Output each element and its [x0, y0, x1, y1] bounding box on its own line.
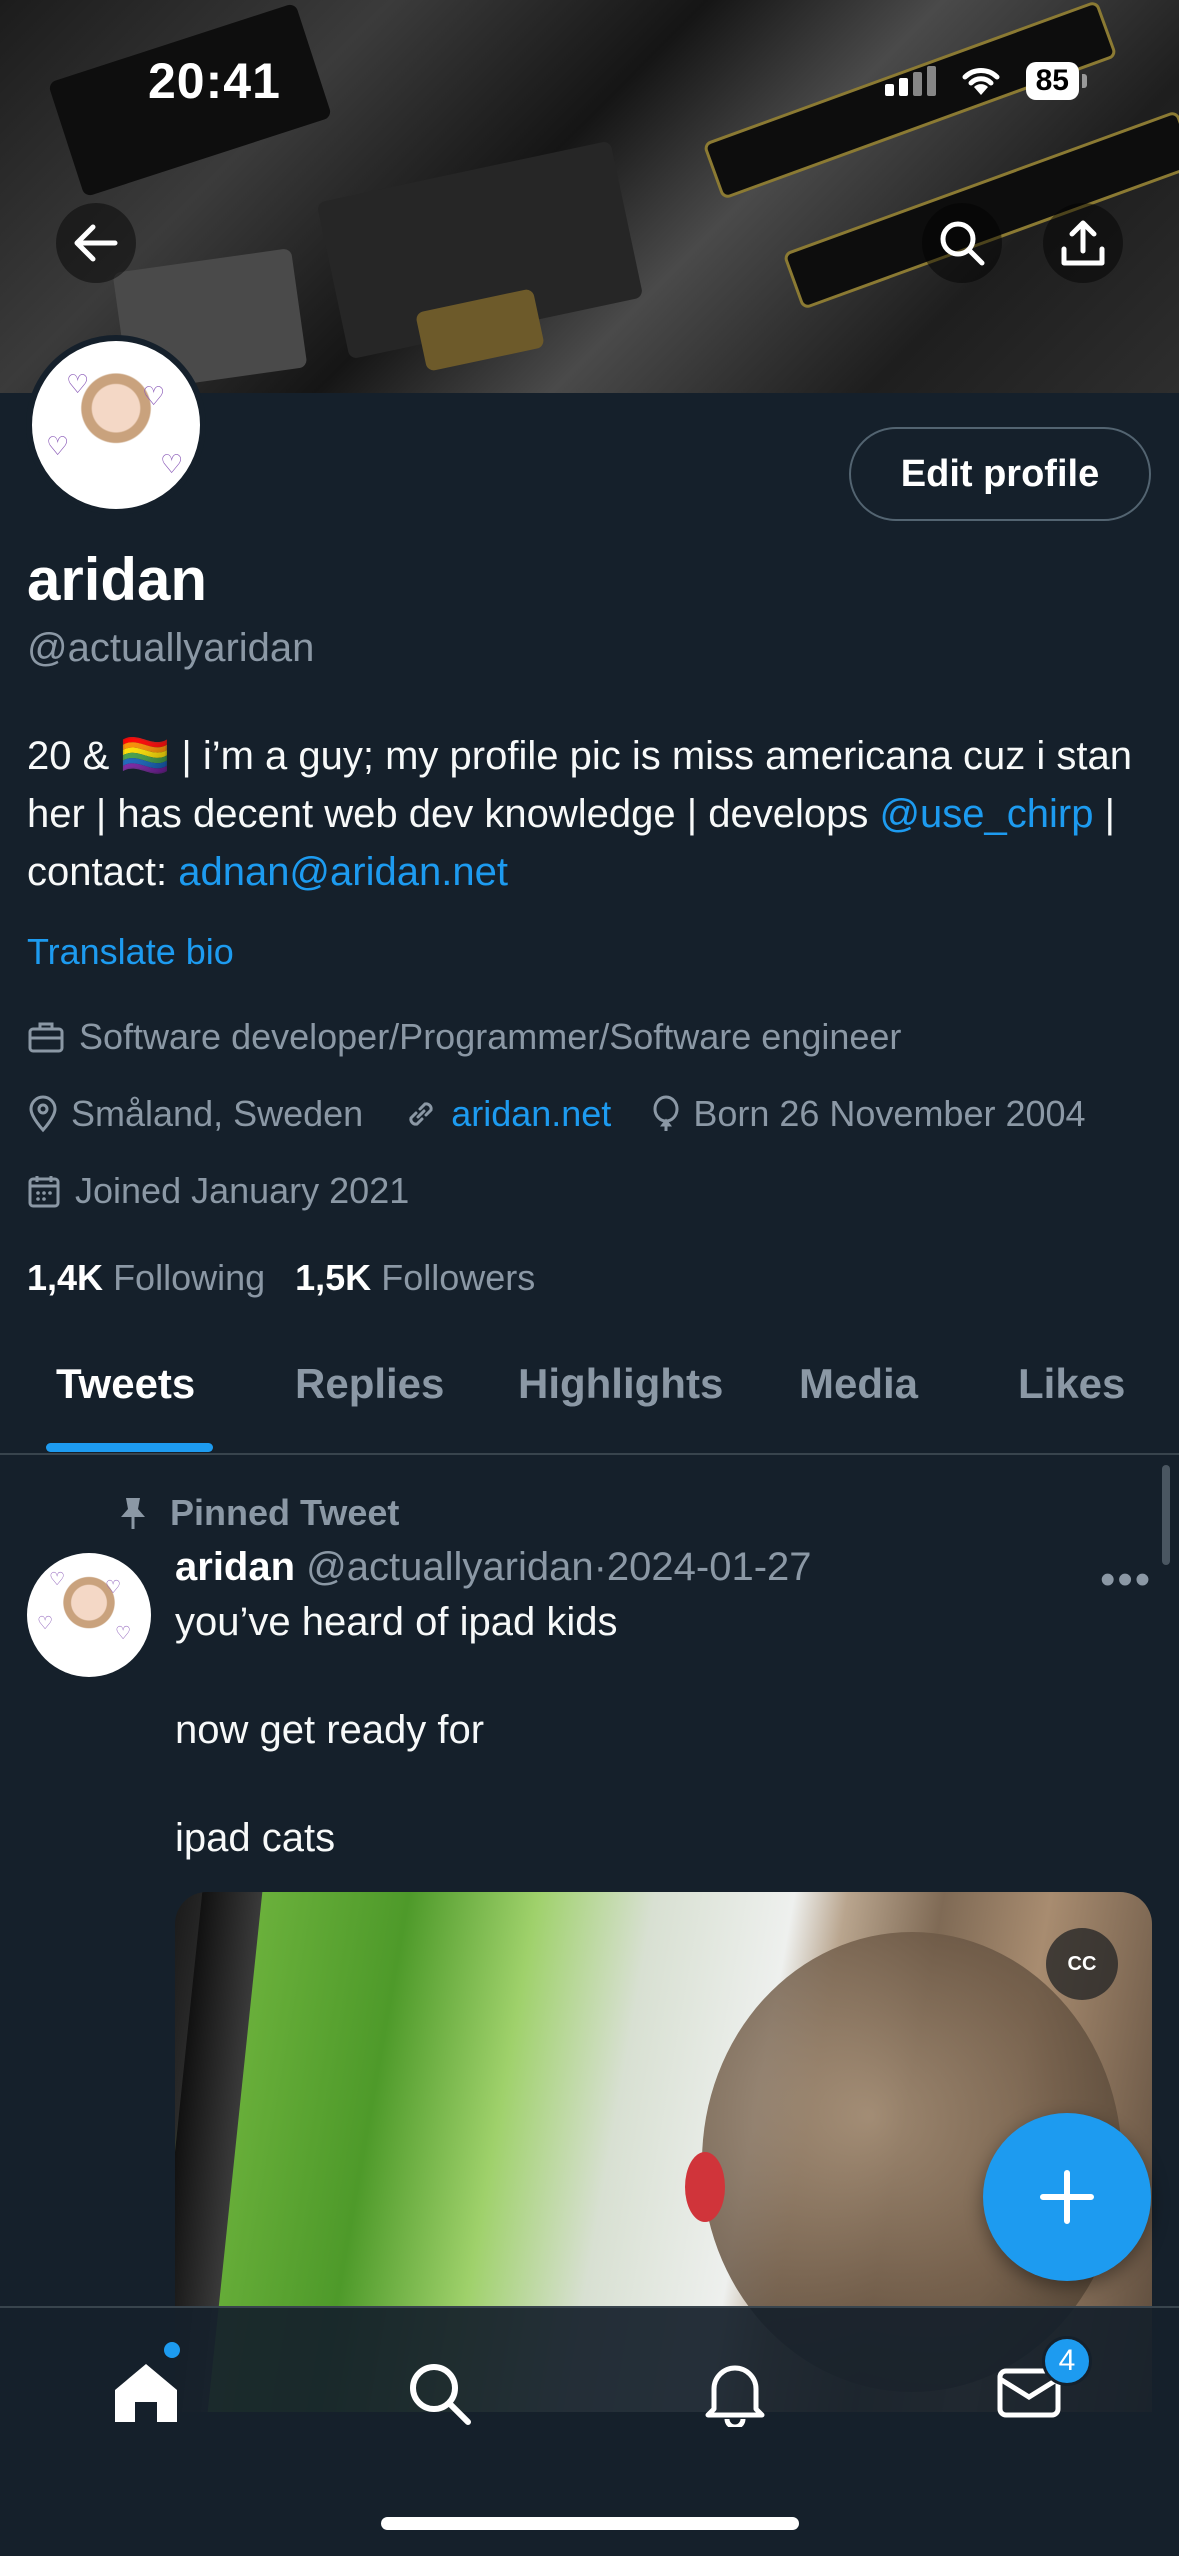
location-pin-icon — [29, 1095, 57, 1133]
nav-home[interactable] — [101, 2348, 191, 2438]
status-icons: 85 — [884, 62, 1088, 100]
compose-button[interactable] — [983, 2113, 1151, 2281]
messages-badge: 4 — [1042, 2336, 1092, 2386]
profile-handle: @actuallyaridan — [27, 626, 315, 670]
video-tongue-shape — [685, 2152, 725, 2222]
tweet-text-line-1: you’ve heard of ipad kids — [175, 1600, 618, 1644]
tweet-separator: · — [593, 1545, 607, 1589]
compose-plus-icon — [1040, 2170, 1094, 2224]
following-label: Following — [113, 1257, 266, 1298]
tweet-handle: @actuallyaridan — [306, 1545, 594, 1589]
nav-search[interactable] — [394, 2348, 484, 2438]
pinned-text: Pinned Tweet — [170, 1492, 400, 1533]
location-text: Småland, Sweden — [71, 1093, 364, 1134]
website-link[interactable]: aridan.net — [451, 1093, 611, 1135]
search-nav-icon — [410, 2364, 471, 2425]
details-row: Småland, Sweden aridan.net Born 26 Novem… — [27, 1093, 1086, 1135]
joined-row: Joined January 2021 — [27, 1170, 409, 1212]
tab-highlights[interactable]: Highlights — [518, 1360, 723, 1408]
status-time: 20:41 — [148, 53, 281, 109]
search-icon — [940, 221, 985, 266]
share-button[interactable] — [1043, 203, 1123, 283]
balloon-icon — [653, 1095, 679, 1131]
joined-text: Joined January 2021 — [75, 1170, 410, 1211]
active-tab-indicator — [46, 1443, 213, 1452]
following-count: 1,4K — [27, 1257, 104, 1298]
tab-likes[interactable]: Likes — [1018, 1360, 1125, 1408]
back-arrow-icon — [74, 224, 118, 262]
pinned-label: Pinned Tweet — [118, 1492, 399, 1534]
signal-icon — [884, 66, 936, 96]
calendar-icon — [28, 1176, 60, 1208]
translate-bio-link[interactable]: Translate bio — [27, 931, 234, 973]
follow-counts: 1,4K Following 1,5K Followers — [27, 1257, 535, 1299]
followers-link[interactable]: 1,5K Followers — [295, 1257, 535, 1299]
tab-media[interactable]: Media — [799, 1360, 918, 1408]
website-item[interactable]: aridan.net — [403, 1093, 611, 1135]
bio-mention-link[interactable]: @use_chirp — [879, 792, 1093, 836]
nav-notifications[interactable] — [690, 2348, 780, 2438]
followers-label: Followers — [381, 1257, 536, 1298]
home-icon — [115, 2364, 177, 2422]
search-button[interactable] — [922, 203, 1002, 283]
profile-name: aridan — [27, 546, 208, 613]
more-icon[interactable]: ••• — [1100, 1555, 1152, 1605]
location-item: Småland, Sweden — [27, 1093, 363, 1135]
scrollbar[interactable] — [1162, 1465, 1170, 1565]
profile-bio: 20 & 🏳️‍🌈 | i’m a guy; my profile pic is… — [27, 727, 1157, 901]
captions-button[interactable]: CC — [1046, 1928, 1118, 2000]
followers-count: 1,5K — [295, 1257, 372, 1298]
tweet-date[interactable]: 2024-01-27 — [607, 1545, 812, 1589]
battery-indicator: 85 — [1025, 62, 1088, 100]
back-button[interactable] — [56, 203, 136, 283]
tab-tweets[interactable]: Tweets — [56, 1360, 195, 1408]
tweet-avatar[interactable]: ♡ ♡ ♡ ♡ — [27, 1553, 151, 1677]
birthday-item: Born 26 November 2004 — [651, 1093, 1086, 1135]
pin-icon — [121, 1498, 145, 1529]
link-icon — [409, 1102, 433, 1126]
profile-avatar[interactable]: ♡ ♡ ♡ ♡ — [26, 335, 206, 515]
briefcase-icon — [28, 1022, 64, 1053]
wifi-icon — [962, 68, 1000, 95]
home-notification-dot — [164, 2342, 180, 2358]
tweet-header: aridan @actuallyaridan·2024-01-27 — [175, 1545, 812, 1590]
bio-email-link[interactable]: adnan@aridan.net — [178, 850, 508, 894]
tweet-text-line-3: ipad cats — [175, 1816, 336, 1860]
home-indicator[interactable] — [381, 2517, 799, 2530]
following-link[interactable]: 1,4K Following — [27, 1257, 265, 1299]
born-text: Born 26 November 2004 — [693, 1093, 1086, 1134]
share-icon — [1061, 220, 1105, 266]
edit-profile-button[interactable]: Edit profile — [849, 427, 1151, 521]
profile-tabs: Tweets Replies Highlights Media Likes — [0, 1336, 1179, 1455]
tab-replies[interactable]: Replies — [295, 1360, 444, 1408]
bell-icon — [705, 2365, 765, 2427]
tweet-text-line-2: now get ready for — [175, 1708, 485, 1752]
profession-text: Software developer/Programmer/Software e… — [79, 1016, 902, 1057]
tweet-author[interactable]: aridan — [175, 1545, 295, 1589]
profession-row: Software developer/Programmer/Software e… — [27, 1016, 901, 1058]
